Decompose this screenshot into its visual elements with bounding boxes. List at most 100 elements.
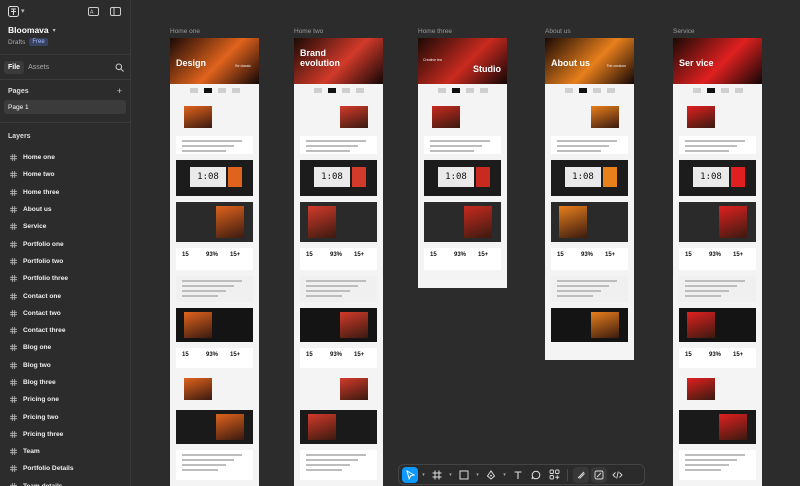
- layer-item[interactable]: Blog one: [0, 339, 130, 356]
- frame-grid-icon: [10, 379, 17, 386]
- tab-assets[interactable]: Assets: [24, 61, 53, 74]
- text-placeholder-line: [685, 285, 737, 287]
- text-placeholder-line: [557, 150, 601, 152]
- chevron-down-icon[interactable]: ▾: [53, 27, 56, 34]
- layer-item[interactable]: Portfolio three: [0, 270, 130, 287]
- accent-block: [228, 167, 242, 187]
- project-header: Bloomava ▾ Drafts Free: [0, 22, 130, 46]
- frame-grid-icon: [10, 309, 17, 317]
- page-frame[interactable]: Design Be classic 1:08 15 93% 15+ 15 93% 15+: [170, 38, 259, 486]
- figma-logo-icon[interactable]: [8, 5, 19, 17]
- design-canvas[interactable]: Home one Design Be classic 1:08 15 93% 15+ 15 93…: [131, 0, 800, 486]
- frame-grid-icon: [10, 223, 17, 231]
- hero-title: Design: [176, 58, 207, 68]
- layer-item[interactable]: Pricing one: [0, 391, 130, 408]
- tab-file[interactable]: File: [4, 60, 25, 74]
- thumbnail-image: [308, 206, 336, 238]
- stat-number: 15+: [230, 252, 241, 258]
- shape-tool-chevron-icon[interactable]: ▾: [474, 472, 481, 478]
- content-section: [679, 308, 756, 342]
- layer-item[interactable]: Home one: [0, 149, 130, 166]
- thumbnail-image: [432, 106, 460, 128]
- pen-tool-icon[interactable]: [483, 467, 499, 483]
- frame-label[interactable]: About us: [545, 28, 571, 35]
- thumbnail-image: [591, 106, 619, 128]
- layer-item[interactable]: Team details: [0, 478, 130, 486]
- layer-item[interactable]: Blog two: [0, 357, 130, 374]
- stat-number: 15: [430, 252, 437, 258]
- page-frame[interactable]: Ser vice 1:08 15 93% 15+ 15 93% 15+: [673, 38, 762, 486]
- drafts-label[interactable]: Drafts: [8, 39, 25, 46]
- frame-tool-chevron-icon[interactable]: ▾: [447, 472, 454, 478]
- nav-strip: [551, 88, 628, 93]
- layer-label: Portfolio Details: [23, 465, 74, 473]
- frame-label[interactable]: Home two: [294, 28, 323, 35]
- thumbnail-image: [687, 378, 715, 400]
- layer-item[interactable]: Team: [0, 443, 130, 460]
- layer-item[interactable]: About us: [0, 201, 130, 218]
- layer-item[interactable]: Portfolio two: [0, 253, 130, 270]
- stat-number: 93%: [330, 352, 343, 358]
- page-frame[interactable]: Studio Creative tea 1:08 15 93% 15+: [418, 38, 507, 288]
- text-placeholder-line: [685, 290, 729, 292]
- content-section: [176, 276, 253, 302]
- layer-item[interactable]: Pricing two: [0, 408, 130, 425]
- content-section: 1:08: [424, 160, 501, 196]
- layer-item[interactable]: Pricing three: [0, 426, 130, 443]
- layer-item[interactable]: Portfolio one: [0, 235, 130, 252]
- content-section: 1:08: [300, 160, 377, 196]
- dev-mode-icon[interactable]: [609, 467, 625, 483]
- add-page-icon[interactable]: +: [117, 86, 122, 96]
- pen-tool-chevron-icon[interactable]: ▾: [501, 472, 508, 478]
- layer-item[interactable]: Contact three: [0, 322, 130, 339]
- text-placeholder-line: [685, 140, 745, 142]
- text-placeholder-line: [685, 280, 745, 282]
- main-menu-chevron-icon[interactable]: ▾: [21, 7, 25, 15]
- frame-grid-icon: [10, 327, 17, 335]
- stat-number: 93%: [709, 252, 722, 258]
- frame-grid-icon: [10, 257, 17, 265]
- layer-item[interactable]: Service: [0, 218, 130, 235]
- rectangle-tool-icon[interactable]: [456, 467, 472, 483]
- ai-assist-icon[interactable]: A: [86, 4, 100, 18]
- layer-item[interactable]: Contact two: [0, 305, 130, 322]
- layer-item[interactable]: Home two: [0, 166, 130, 183]
- text-placeholder-line: [306, 285, 358, 287]
- thumbnail-image: [184, 106, 212, 128]
- layer-item[interactable]: Blog three: [0, 374, 130, 391]
- project-name[interactable]: Bloomava ▾: [8, 25, 122, 35]
- text-placeholder-line: [182, 454, 242, 456]
- content-section: [551, 102, 628, 132]
- frame-grid-icon: [10, 361, 17, 369]
- project-name-text: Bloomava: [8, 25, 49, 35]
- draw-mode-icon[interactable]: [573, 466, 589, 483]
- page-item-page-1[interactable]: Page 1: [4, 100, 126, 114]
- frame-label[interactable]: Home three: [418, 28, 452, 35]
- toggle-sidebar-icon[interactable]: [108, 4, 122, 18]
- layer-item[interactable]: Contact one: [0, 287, 130, 304]
- text-placeholder-line: [182, 150, 226, 152]
- stat-number: 15: [685, 252, 692, 258]
- layer-label: Blog one: [23, 344, 52, 352]
- design-mode-icon[interactable]: [591, 466, 607, 483]
- thumbnail-image: [184, 378, 212, 400]
- comment-tool-icon[interactable]: [528, 467, 544, 483]
- frame-label[interactable]: Home one: [170, 28, 200, 35]
- plan-badge: Free: [29, 38, 48, 46]
- actions-tool-icon[interactable]: [546, 467, 562, 483]
- layer-item[interactable]: Home three: [0, 184, 130, 201]
- move-tool-chevron-icon[interactable]: ▾: [420, 472, 427, 478]
- text-tool-icon[interactable]: [510, 467, 526, 483]
- frame-tool-icon[interactable]: [429, 467, 445, 483]
- thumbnail-image: [559, 206, 587, 238]
- text-placeholder-line: [557, 280, 617, 282]
- frame-label[interactable]: Service: [673, 28, 695, 35]
- page-frame[interactable]: Brand evolution 1:08 15 93% 15+ 15 93% 15+: [294, 38, 383, 486]
- layer-item[interactable]: Portfolio Details: [0, 460, 130, 477]
- page-frame[interactable]: About us The creators 1:08 15 93% 15+: [545, 38, 634, 360]
- content-section: [679, 374, 756, 404]
- content-section: [300, 410, 377, 444]
- search-icon[interactable]: [112, 60, 126, 74]
- move-tool-icon[interactable]: [402, 466, 418, 483]
- content-section: [176, 308, 253, 342]
